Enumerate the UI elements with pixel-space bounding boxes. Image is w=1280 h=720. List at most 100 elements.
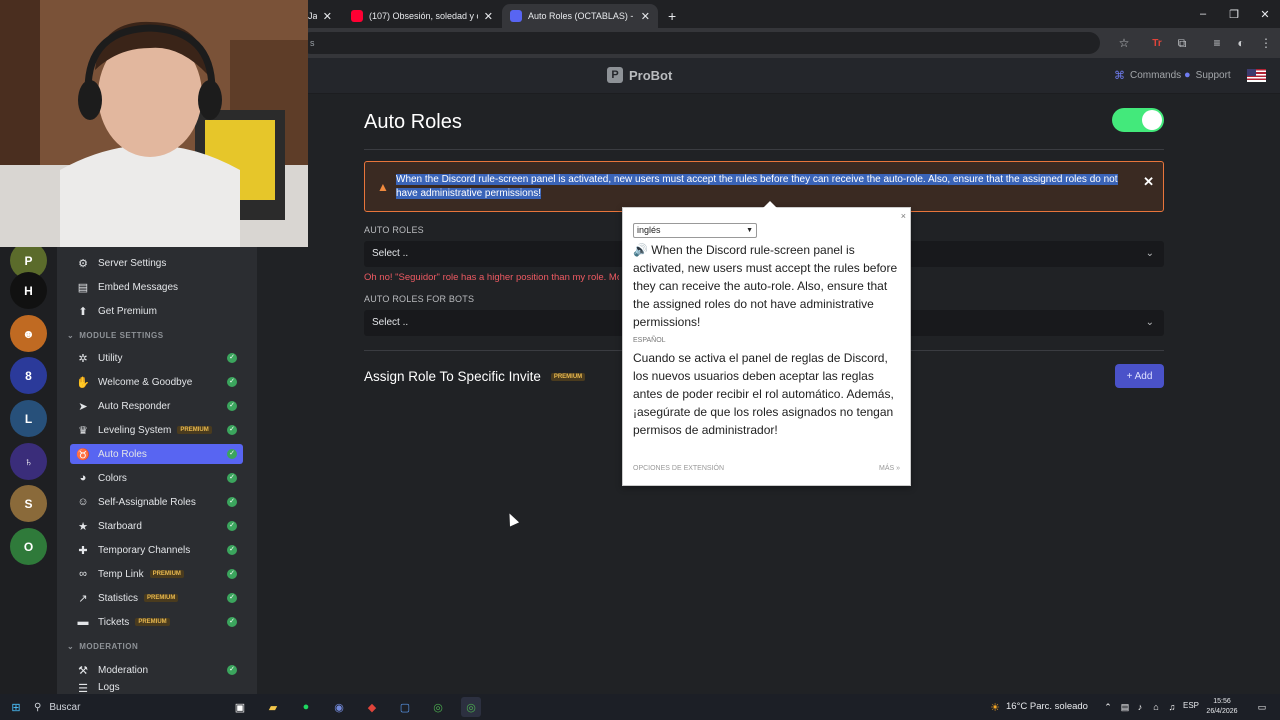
sidebar-item-label: Embed Messages bbox=[98, 281, 179, 293]
enabled-check-icon: ✓ bbox=[227, 425, 237, 435]
taskbar-search[interactable]: ⚲ Buscar bbox=[34, 697, 224, 717]
select-placeholder: Select .. bbox=[372, 317, 409, 328]
translate-popup: × inglés ▼ 🔊 When the Discord rule-scree… bbox=[622, 201, 911, 486]
sidebar-item-temp-link[interactable]: ∞ Temp Link PREMIUM ✓ bbox=[70, 564, 243, 584]
volume-icon[interactable]: ♫ bbox=[1162, 697, 1182, 717]
close-icon[interactable]: ✕ bbox=[484, 10, 493, 23]
server-icon[interactable]: H bbox=[10, 272, 47, 309]
command-icon: ⌘ bbox=[1114, 70, 1125, 82]
chrome-icon[interactable]: ◎ bbox=[428, 697, 448, 717]
us-flag-icon[interactable] bbox=[1247, 69, 1266, 82]
sidebar-item-label: Logs bbox=[98, 682, 120, 693]
media-control-icon[interactable]: ≡ bbox=[1208, 34, 1226, 52]
bookmark-star-icon[interactable]: ☆ bbox=[1115, 34, 1133, 52]
address-bar[interactable]: s bbox=[300, 32, 1100, 54]
link-icon: ∞ bbox=[79, 568, 87, 580]
section-title: Assign Role To Specific Invite bbox=[364, 369, 541, 384]
probot-logo[interactable]: P ProBot bbox=[607, 67, 672, 83]
profile-avatar-icon[interactable]: ◐ bbox=[1232, 34, 1250, 52]
chevron-down-icon: ⌄ bbox=[1145, 248, 1154, 259]
close-icon[interactable]: ✕ bbox=[1143, 174, 1154, 190]
brand-name: ProBot bbox=[629, 67, 673, 83]
input-language[interactable]: ESP bbox=[1183, 701, 1199, 710]
sidebar-item-label: Tickets bbox=[98, 616, 130, 628]
support-link[interactable]: ● Support bbox=[1184, 69, 1231, 81]
sidebar-item-label: Leveling System bbox=[98, 424, 172, 436]
premium-badge: PREMIUM bbox=[135, 618, 170, 626]
taskbar: ⊞ ⚲ Buscar ▣ ▰ ● ◉ ◆ ▢ ◎ ◎ ☀ 16°C Parc. … bbox=[0, 694, 1280, 720]
auto-roles-label: AUTO ROLES bbox=[364, 225, 424, 235]
close-icon[interactable]: ✕ bbox=[641, 10, 650, 23]
module-enable-toggle[interactable] bbox=[1112, 108, 1164, 132]
probot-favicon-icon bbox=[510, 10, 522, 22]
close-window-button[interactable]: ✕ bbox=[1249, 0, 1280, 28]
close-icon[interactable]: ✕ bbox=[323, 10, 332, 23]
sidebar-item-colors[interactable]: ◕ Colors ✓ bbox=[70, 468, 243, 488]
task-view-icon[interactable]: ▣ bbox=[230, 697, 250, 717]
sidebar-item-auto-roles[interactable]: ♉ Auto Roles ✓ bbox=[70, 444, 243, 464]
server-icon[interactable]: 8 bbox=[10, 357, 47, 394]
minimize-button[interactable]: – bbox=[1187, 0, 1219, 28]
windows-start-icon[interactable]: ⊞ bbox=[6, 697, 26, 717]
discord-icon[interactable]: ◉ bbox=[329, 697, 349, 717]
source-language-select[interactable]: inglés ▼ bbox=[633, 223, 757, 238]
sidebar-section-moderation[interactable]: ⌄ MODERATION bbox=[67, 642, 138, 651]
source-language-value: inglés bbox=[637, 225, 661, 235]
extension-icon[interactable]: Tr bbox=[1148, 34, 1166, 52]
chrome-active-icon[interactable]: ◎ bbox=[461, 697, 481, 717]
spotify-icon[interactable]: ● bbox=[296, 697, 316, 717]
notifications-icon[interactable]: ▭ bbox=[1252, 697, 1272, 717]
weather-text[interactable]: 16°C Parc. soleado bbox=[1006, 701, 1088, 712]
sidebar-item-label: Server Settings bbox=[98, 257, 167, 269]
tab-title: (107) Obsesión, soledad y camb bbox=[369, 11, 478, 21]
chevron-down-icon: ⌄ bbox=[67, 642, 75, 651]
server-icon[interactable]: ☻ bbox=[10, 315, 47, 352]
server-icon[interactable]: S bbox=[10, 485, 47, 522]
clock[interactable]: 15:56 26/4/2026 bbox=[1202, 697, 1242, 717]
webcam-overlay bbox=[0, 0, 308, 247]
server-icon[interactable]: L bbox=[10, 400, 47, 437]
sidebar-item-auto-responder[interactable]: ➤ Auto Responder ✓ bbox=[70, 396, 243, 416]
tab-title: Ja bbox=[308, 11, 317, 21]
commands-link[interactable]: ⌘ Commands bbox=[1114, 69, 1181, 82]
gear-icon: ✲ bbox=[78, 352, 88, 365]
server-icon[interactable]: ♄ bbox=[10, 443, 47, 480]
sidebar-item-temporary-channels[interactable]: ✚ Temporary Channels ✓ bbox=[70, 540, 243, 560]
sidebar-item-logs[interactable]: ☰ Logs bbox=[70, 682, 243, 694]
roles-icon: ♉ bbox=[76, 448, 90, 461]
sidebar-item-label: Welcome & Goodbye bbox=[98, 376, 193, 388]
tab-title: Auto Roles (OCTABLAS) - ProBot bbox=[528, 11, 635, 21]
browser-tab[interactable]: (107) Obsesión, soledad y camb ✕ bbox=[343, 4, 501, 28]
sidebar-item-statistics[interactable]: ↗ Statistics PREMIUM ✓ bbox=[70, 588, 243, 608]
sidebar-item-welcome-goodbye[interactable]: ✋ Welcome & Goodbye ✓ bbox=[70, 372, 243, 392]
sidebar-item-server-settings[interactable]: ⚙ Server Settings bbox=[70, 253, 243, 273]
enabled-check-icon: ✓ bbox=[227, 521, 237, 531]
app-icon[interactable]: ◆ bbox=[362, 697, 382, 717]
file-explorer-icon[interactable]: ▰ bbox=[263, 697, 283, 717]
browser-tab-active[interactable]: Auto Roles (OCTABLAS) - ProBot ✕ bbox=[502, 4, 658, 28]
add-button[interactable]: + Add bbox=[1115, 364, 1164, 388]
sidebar-item-leveling-system[interactable]: ♛ Leveling System PREMIUM ✓ bbox=[70, 420, 243, 440]
new-tab-button[interactable]: + bbox=[660, 4, 680, 28]
embed-icon: ▤ bbox=[77, 281, 89, 294]
extension-options-link[interactable]: OPCIONES DE EXTENSIÓN bbox=[633, 465, 724, 472]
probot-logo-icon: P bbox=[607, 67, 623, 83]
maximize-button[interactable]: ❐ bbox=[1218, 0, 1250, 28]
sidebar-item-utility[interactable]: ✲ Utility ✓ bbox=[70, 348, 243, 368]
sidebar-item-self-assignable-roles[interactable]: ☺ Self-Assignable Roles ✓ bbox=[70, 492, 243, 512]
weather-icon: ☀ bbox=[990, 701, 1000, 714]
app-icon[interactable]: ▢ bbox=[395, 697, 415, 717]
sidebar-item-label: Statistics bbox=[98, 592, 139, 604]
sidebar-item-moderation[interactable]: ⚒ Moderation ✓ bbox=[70, 660, 243, 680]
kebab-menu-icon[interactable]: ⋮ bbox=[1257, 34, 1275, 52]
puzzle-icon[interactable]: ⧉ bbox=[1173, 34, 1191, 52]
sidebar-item-get-premium[interactable]: ⬆ Get Premium bbox=[70, 301, 243, 321]
sidebar-item-embed-messages[interactable]: ▤ Embed Messages bbox=[70, 277, 243, 297]
more-link[interactable]: MÁS » bbox=[879, 465, 900, 472]
close-icon[interactable]: × bbox=[901, 211, 906, 221]
sidebar-item-starboard[interactable]: ★ Starboard ✓ bbox=[70, 516, 243, 536]
auto-roles-bots-label: AUTO ROLES FOR BOTS bbox=[364, 294, 475, 304]
server-icon[interactable]: O bbox=[10, 528, 47, 565]
sidebar-item-tickets[interactable]: ▬ Tickets PREMIUM ✓ bbox=[70, 612, 243, 632]
sidebar-section-module-settings[interactable]: ⌄ MODULE SETTINGS bbox=[67, 331, 164, 340]
